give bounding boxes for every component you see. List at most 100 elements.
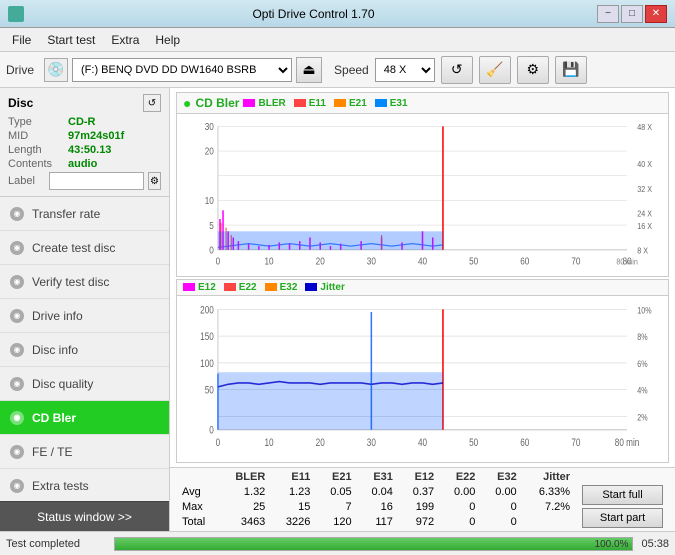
label-input[interactable] xyxy=(49,172,144,190)
svg-text:80 min: 80 min xyxy=(616,257,637,267)
settings-button[interactable]: ⚙ xyxy=(517,56,549,84)
chart-bler-body: 30 20 10 5 0 0 10 20 30 40 50 60 70 xyxy=(177,114,668,275)
legend-e12: E12 xyxy=(183,282,216,293)
disc-refresh-icon[interactable]: ↺ xyxy=(143,94,161,112)
refresh-button[interactable]: ↺ xyxy=(441,56,473,84)
svg-text:10%: 10% xyxy=(637,304,652,315)
maximize-button[interactable]: □ xyxy=(621,5,643,23)
status-text: Test completed xyxy=(6,538,106,550)
svg-text:8%: 8% xyxy=(637,331,648,342)
action-buttons-cell: Start full Start part xyxy=(576,484,669,529)
disc-quality-label: Disc quality xyxy=(32,377,93,391)
sidebar-item-fe-te[interactable]: ◉ FE / TE xyxy=(0,435,169,469)
right-content: ● CD Bler BLER E11 E21 xyxy=(170,88,675,531)
menu-extra[interactable]: Extra xyxy=(103,31,147,49)
total-bler: 3463 xyxy=(220,514,272,529)
menu-help[interactable]: Help xyxy=(147,31,188,49)
col-header-e12: E12 xyxy=(399,470,440,484)
svg-text:40: 40 xyxy=(418,256,427,267)
main-area: Disc ↺ Type CD-R MID 97m24s01f Length 43… xyxy=(0,88,675,531)
svg-text:0: 0 xyxy=(209,245,214,256)
menubar: File Start test Extra Help xyxy=(0,28,675,52)
svg-text:50: 50 xyxy=(469,256,478,267)
start-part-button[interactable]: Start part xyxy=(582,508,663,528)
start-full-button[interactable]: Start full xyxy=(582,485,663,505)
contents-value: audio xyxy=(68,158,97,170)
drive-select[interactable]: (F:) BENQ DVD DD DW1640 BSRB xyxy=(72,58,292,82)
sidebar-item-cd-bler[interactable]: ◉ CD Bler xyxy=(0,401,169,435)
sidebar-item-extra-tests[interactable]: ◉ Extra tests xyxy=(0,469,169,501)
legend-e22: E22 xyxy=(224,282,257,293)
app-icon xyxy=(8,6,24,22)
eject-button[interactable]: ⏏ xyxy=(296,57,322,83)
menu-file[interactable]: File xyxy=(4,31,39,49)
svg-text:0: 0 xyxy=(216,256,221,267)
svg-text:5: 5 xyxy=(209,220,214,231)
chart-bler-svg: 30 20 10 5 0 0 10 20 30 40 50 60 70 xyxy=(177,114,668,275)
col-header-e31: E31 xyxy=(358,470,399,484)
contents-label: Contents xyxy=(8,158,68,170)
svg-text:16 X: 16 X xyxy=(637,221,652,231)
status-window-button[interactable]: Status window >> xyxy=(0,501,169,531)
total-e12: 972 xyxy=(399,514,440,529)
svg-text:20: 20 xyxy=(205,146,214,157)
menu-start-test[interactable]: Start test xyxy=(39,31,103,49)
titlebar: Opti Drive Control 1.70 − □ ✕ xyxy=(0,0,675,28)
progress-bar xyxy=(115,538,632,550)
close-button[interactable]: ✕ xyxy=(645,5,667,23)
total-e32: 0 xyxy=(481,514,522,529)
sidebar-item-transfer-rate[interactable]: ◉ Transfer rate xyxy=(0,197,169,231)
drivebar: Drive 💿 (F:) BENQ DVD DD DW1640 BSRB ⏏ S… xyxy=(0,52,675,88)
avg-bler: 1.32 xyxy=(220,484,272,499)
sidebar-item-verify-test-disc[interactable]: ◉ Verify test disc xyxy=(0,265,169,299)
erase-button[interactable]: 🧹 xyxy=(479,56,511,84)
type-value: CD-R xyxy=(68,116,96,128)
col-header-e21: E21 xyxy=(316,470,357,484)
disc-mid-row: MID 97m24s01f xyxy=(8,130,161,142)
sidebar-item-drive-info[interactable]: ◉ Drive info xyxy=(0,299,169,333)
col-header-actions xyxy=(576,470,669,484)
legend-e21: E21 xyxy=(334,98,367,109)
chart-e12-legend: E12 E22 E32 Jitter xyxy=(183,282,345,293)
type-label: Type xyxy=(8,116,68,128)
svg-text:2%: 2% xyxy=(637,411,648,422)
svg-text:60: 60 xyxy=(520,256,529,267)
total-e11: 3226 xyxy=(271,514,316,529)
svg-text:30: 30 xyxy=(367,436,376,448)
max-bler: 25 xyxy=(220,499,272,514)
svg-text:70: 70 xyxy=(571,256,580,267)
speed-select[interactable]: 48 X xyxy=(375,58,435,82)
minimize-button[interactable]: − xyxy=(597,5,619,23)
svg-text:20: 20 xyxy=(316,256,325,267)
status-time: 05:38 xyxy=(641,538,669,550)
avg-e12: 0.37 xyxy=(399,484,440,499)
charts-area: ● CD Bler BLER E11 E21 xyxy=(170,88,675,467)
legend-e32: E32 xyxy=(265,282,298,293)
save-button[interactable]: 💾 xyxy=(555,56,587,84)
drive-info-icon: ◉ xyxy=(10,309,24,323)
sidebar-item-disc-quality[interactable]: ◉ Disc quality xyxy=(0,367,169,401)
label-settings-icon[interactable]: ⚙ xyxy=(148,172,161,190)
max-label: Max xyxy=(176,499,220,514)
col-header-e11: E11 xyxy=(271,470,316,484)
avg-e22: 0.00 xyxy=(440,484,481,499)
stats-actions: Start full Start part xyxy=(582,485,663,528)
col-header-e32: E32 xyxy=(481,470,522,484)
mid-value: 97m24s01f xyxy=(68,130,124,142)
svg-text:150: 150 xyxy=(200,331,214,343)
mid-label: MID xyxy=(8,130,68,142)
svg-text:10: 10 xyxy=(265,256,274,267)
avg-e21: 0.05 xyxy=(316,484,357,499)
svg-text:10: 10 xyxy=(265,436,274,448)
avg-e31: 0.04 xyxy=(358,484,399,499)
drive-select-wrapper: 💿 (F:) BENQ DVD DD DW1640 BSRB ⏏ xyxy=(44,57,322,83)
svg-text:0: 0 xyxy=(216,436,221,448)
verify-test-disc-label: Verify test disc xyxy=(32,275,109,289)
max-e32: 0 xyxy=(481,499,522,514)
window-title: Opti Drive Control 1.70 xyxy=(252,7,374,21)
avg-label: Avg xyxy=(176,484,220,499)
extra-tests-label: Extra tests xyxy=(32,479,89,493)
sidebar-item-create-test-disc[interactable]: ◉ Create test disc xyxy=(0,231,169,265)
svg-text:0: 0 xyxy=(209,424,214,436)
sidebar-item-disc-info[interactable]: ◉ Disc info xyxy=(0,333,169,367)
